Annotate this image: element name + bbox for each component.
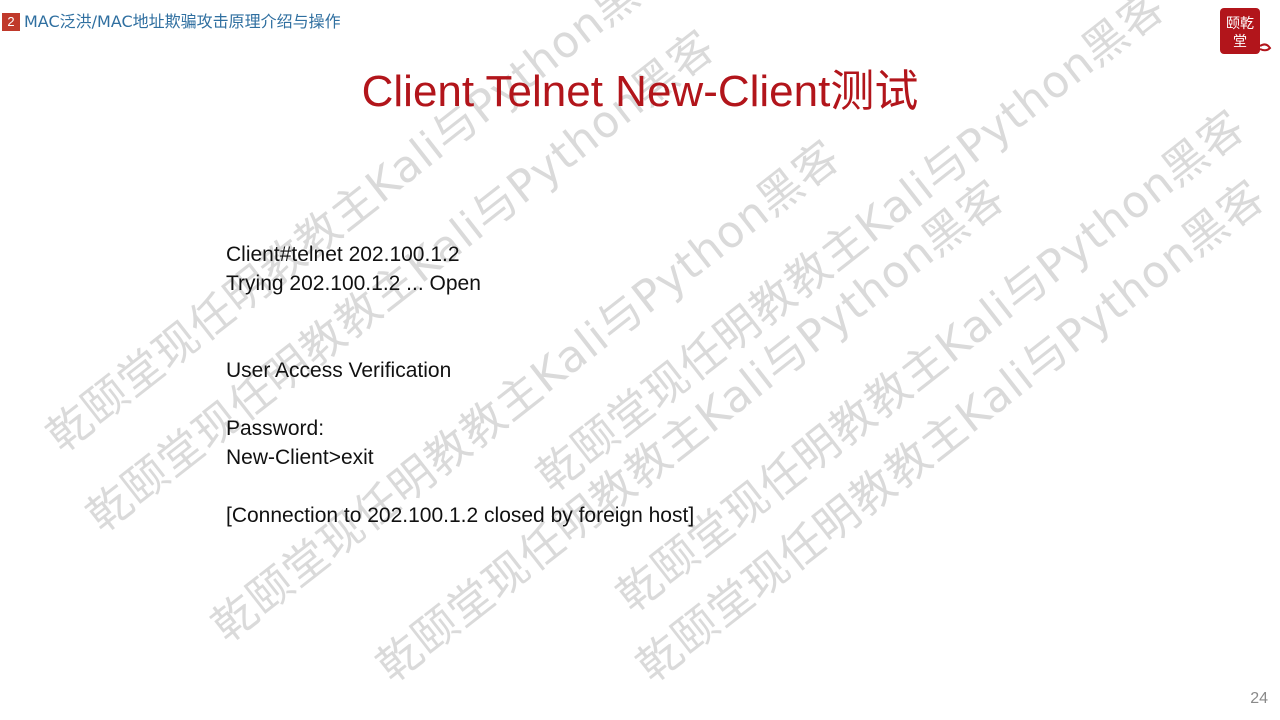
terminal-line: Trying 202.100.1.2 ... Open	[226, 272, 481, 295]
slide: 乾颐堂现任明教教主Kali与Python黑客 乾颐堂现任明教教主Kali与Pyt…	[0, 0, 1280, 720]
brand-logo: 颐乾 堂	[1220, 8, 1272, 54]
svg-text:颐乾: 颐乾	[1226, 16, 1254, 32]
terminal-line: New-Client>exit	[226, 446, 374, 469]
section-title: MAC泛洪/MAC地址欺骗攻击原理介绍与操作	[24, 12, 341, 31]
svg-text:堂: 堂	[1233, 34, 1247, 50]
terminal-line: Client#telnet 202.100.1.2	[226, 243, 460, 266]
section-header: 2 MAC泛洪/MAC地址欺骗攻击原理介绍与操作	[2, 12, 341, 32]
page-number: 24	[1250, 690, 1268, 707]
terminal-line: User Access Verification	[226, 359, 452, 382]
terminal-output: Client#telnet 202.100.1.2 Trying 202.100…	[226, 240, 986, 530]
terminal-line: [Connection to 202.100.1.2 closed by for…	[226, 504, 695, 527]
section-number-badge: 2	[2, 13, 20, 31]
terminal-line: Password:	[226, 417, 325, 440]
slide-title: Client Telnet New-Client测试	[361, 67, 919, 116]
